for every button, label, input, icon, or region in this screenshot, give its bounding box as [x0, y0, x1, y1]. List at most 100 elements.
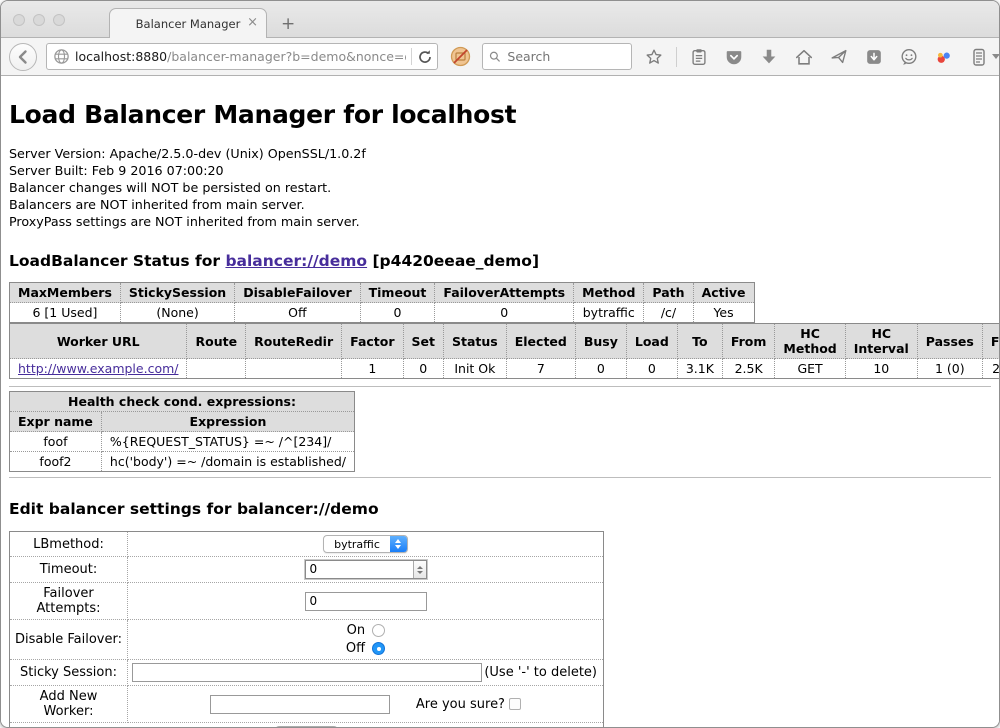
clipboard-icon [689, 47, 709, 67]
table-cell: Init Ok [444, 359, 507, 379]
worker-row: http://www.example.com/ 1 0 Init Ok 7 0 … [10, 359, 1000, 379]
globe-icon [53, 48, 70, 65]
new-tab-button[interactable]: + [281, 17, 295, 31]
search-input[interactable] [505, 48, 625, 65]
star-icon [644, 47, 664, 67]
health-row: foof %{REQUEST_STATUS} =~ /^[234]/ [10, 432, 355, 452]
column-header: Factor [342, 324, 403, 359]
failover-attempts-input[interactable] [305, 592, 427, 611]
zoom-window-button[interactable] [53, 14, 65, 26]
download-arrow-icon [759, 47, 779, 67]
table-cell: 0 [575, 359, 626, 379]
table-cell: 0 [360, 303, 435, 323]
expr-name-cell: foof2 [10, 452, 102, 472]
navigation-toolbar: localhost:8880/balancer-manager?b=demo&n… [1, 38, 999, 76]
minimize-window-button[interactable] [33, 14, 45, 26]
submit-button[interactable]: Submit [275, 726, 338, 727]
home-icon [794, 47, 814, 67]
number-spinner-icon[interactable] [413, 561, 426, 578]
toolbar-separator [676, 47, 677, 67]
disable-failover-off-radio[interactable] [372, 642, 385, 655]
column-header: To [677, 324, 722, 359]
column-header: Elected [506, 324, 575, 359]
sticky-session-row: Sticky Session: (Use '-' to delete) [10, 660, 604, 686]
url-text[interactable]: localhost:8880/balancer-manager?b=demo&n… [75, 49, 406, 64]
save-page-button[interactable] [861, 44, 887, 70]
chevron-down-icon [992, 54, 1000, 59]
column-header: Method [574, 283, 644, 303]
feedback-button[interactable] [896, 44, 922, 70]
pocket-button[interactable] [721, 44, 747, 70]
expression-cell: hc('body') =~ /domain is established/ [101, 452, 354, 472]
worker-header-row: Worker URL Route RouteRedir Factor Set S… [10, 324, 1000, 359]
session-manager-button[interactable] [966, 44, 1000, 70]
column-header: MaxMembers [10, 283, 121, 303]
table-cell: 0 [435, 303, 574, 323]
column-header: HC Method [775, 324, 845, 359]
disable-failover-label: Disable Failover: [10, 620, 128, 660]
table-cell: 1 (0) [917, 359, 982, 379]
lbmethod-select[interactable]: bytraffic [323, 535, 408, 553]
send-tab-button[interactable] [826, 44, 852, 70]
tab-title: Balancer Manager [136, 17, 241, 31]
balancer-status-row: 6 [1 Used](None)Off00bytraffic/c/Yes [10, 303, 755, 323]
battery-list-icon [970, 47, 988, 67]
table-cell: GET [775, 359, 845, 379]
are-you-sure-text: Are you sure? [416, 697, 505, 712]
lbmethod-label: LBmethod: [10, 532, 128, 557]
column-header: Passes [917, 324, 982, 359]
are-you-sure-checkbox[interactable] [509, 698, 521, 710]
search-bar[interactable] [482, 43, 632, 70]
tab-balancer-manager[interactable]: Balancer Manager × [109, 8, 267, 38]
failover-attempts-row: Failover Attempts: [10, 583, 604, 620]
reading-list-button[interactable] [686, 44, 712, 70]
are-you-sure-label: Are you sure? [416, 697, 521, 712]
edit-settings-heading: Edit balancer settings for balancer://de… [9, 500, 991, 518]
sticky-session-input[interactable] [132, 663, 482, 682]
add-worker-row: Add New Worker: Are you sure? [10, 686, 604, 723]
timeout-input[interactable]: 0 [305, 560, 427, 579]
edit-balancer-form: LBmethod: bytraffic Timeout: 0 [9, 531, 604, 727]
worker-url-link[interactable]: http://www.example.com/ [18, 361, 178, 376]
pocket-icon [724, 47, 744, 67]
balancer-status-header-row: MaxMembersStickySessionDisableFailoverTi… [10, 283, 755, 303]
on-label: On [346, 623, 365, 638]
close-window-button[interactable] [13, 14, 25, 26]
expr-name-cell: foof [10, 432, 102, 452]
home-button[interactable] [791, 44, 817, 70]
table-cell [246, 359, 342, 379]
traffic-lights [13, 14, 65, 26]
table-cell: 0 [403, 359, 443, 379]
column-header: Worker URL [10, 324, 187, 359]
url-bar[interactable]: localhost:8880/balancer-manager?b=demo&n… [46, 43, 438, 70]
page-title: Load Balancer Manager for localhost [9, 100, 991, 129]
server-info-line: Balancers are NOT inherited from main se… [9, 196, 991, 213]
section-divider [9, 386, 991, 387]
column-header: FailoverAttempts [435, 283, 574, 303]
timeout-row: Timeout: 0 [10, 557, 604, 583]
balancer-status-table: MaxMembersStickySessionDisableFailoverTi… [9, 282, 755, 323]
column-header: Active [693, 283, 754, 303]
page-content: Load Balancer Manager for localhost Serv… [1, 76, 999, 727]
table-cell [187, 359, 246, 379]
image-blocker-extension-button[interactable] [447, 44, 473, 70]
add-worker-label: Add New Worker: [10, 686, 128, 723]
tab-close-icon[interactable]: × [247, 16, 258, 29]
smiley-icon [899, 47, 919, 67]
table-cell: (None) [120, 303, 234, 323]
table-cell: 1 [342, 359, 403, 379]
downloads-button[interactable] [756, 44, 782, 70]
reload-icon[interactable] [417, 49, 433, 65]
column-header: From [722, 324, 775, 359]
disable-failover-on-radio[interactable] [372, 624, 385, 637]
column-header: Status [444, 324, 507, 359]
column-header: Fails [982, 324, 999, 359]
add-worker-input[interactable] [210, 695, 390, 714]
bookmark-button[interactable] [641, 44, 667, 70]
extension-dots-button[interactable] [931, 44, 957, 70]
balancer-demo-link[interactable]: balancer://demo [225, 252, 367, 270]
back-button[interactable] [9, 43, 37, 71]
table-cell: 6 [1 Used] [10, 303, 121, 323]
back-arrow-icon [15, 49, 31, 65]
column-header: Load [626, 324, 677, 359]
